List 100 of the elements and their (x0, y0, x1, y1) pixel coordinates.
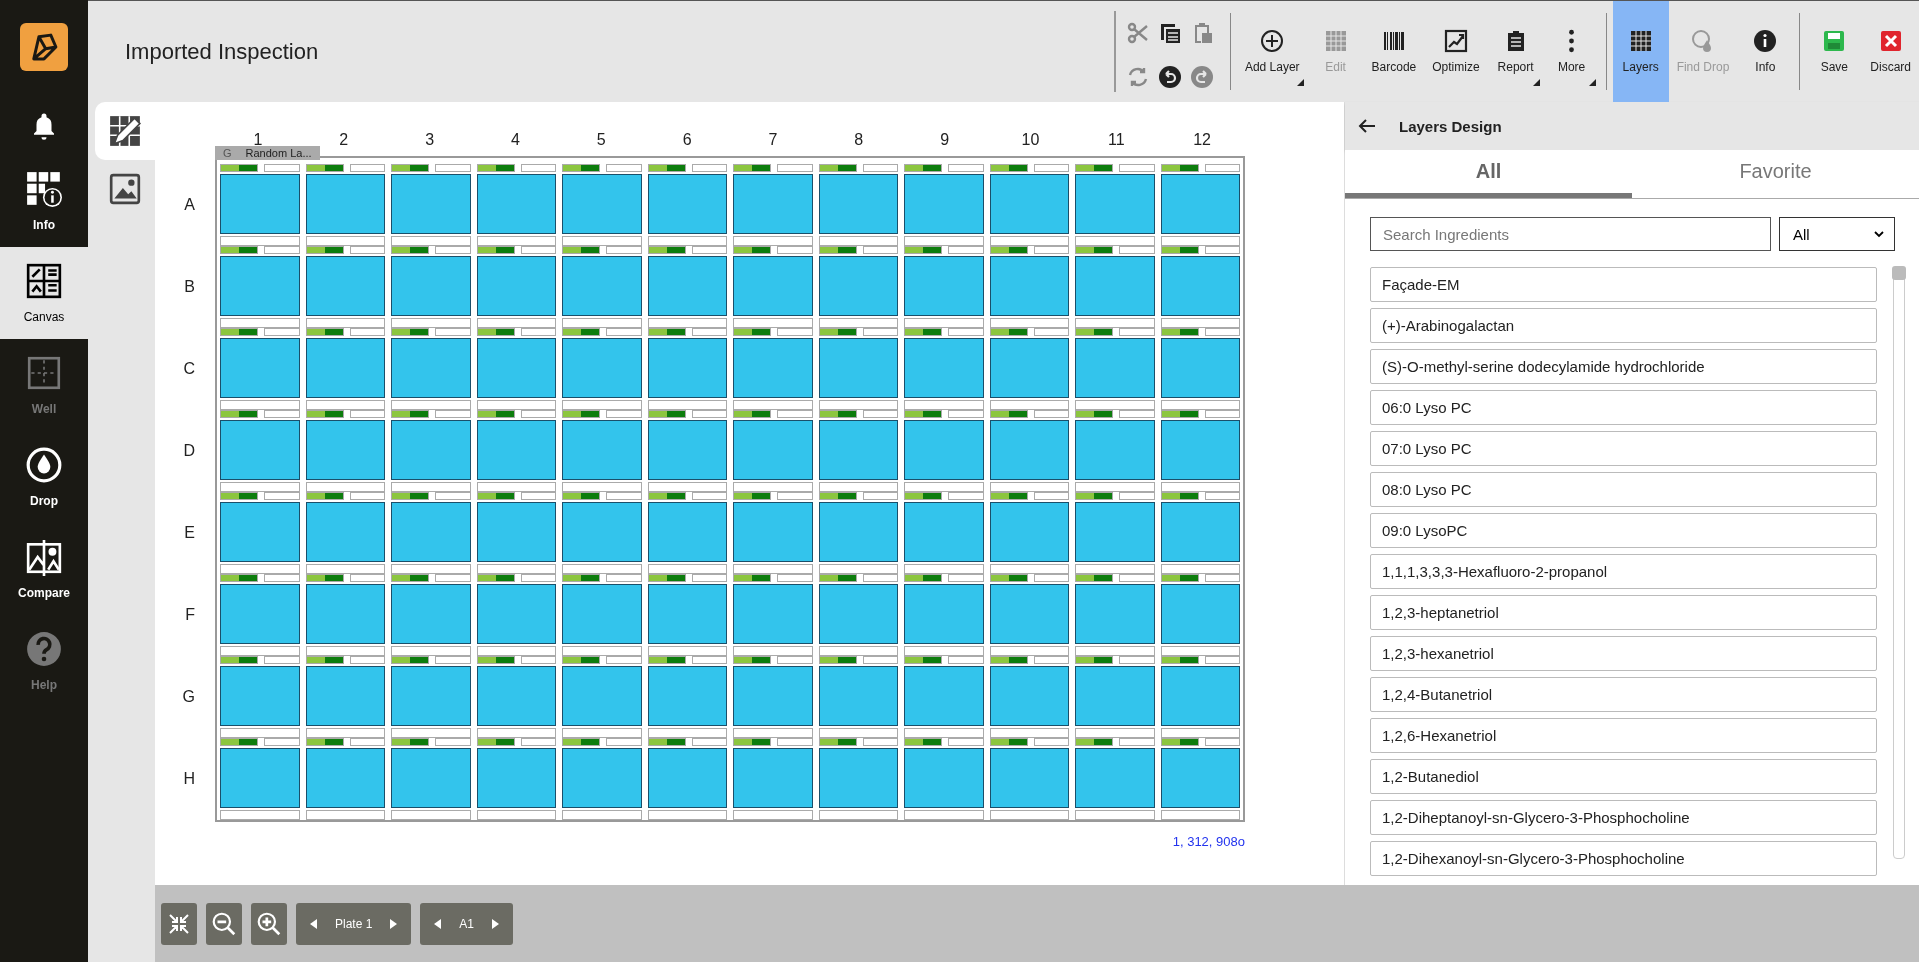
well[interactable] (559, 410, 645, 492)
well[interactable] (1072, 492, 1158, 574)
optimize-button[interactable]: Optimize (1424, 1, 1488, 102)
ingredient-item[interactable]: 1,2-Butanediol (1370, 759, 1877, 794)
well[interactable] (559, 328, 645, 410)
zoom-in-icon (256, 910, 282, 937)
undo-icon[interactable] (1157, 65, 1182, 89)
well[interactable] (730, 738, 816, 820)
well[interactable] (559, 574, 645, 656)
ingredient-item[interactable]: 1,2,6-Hexanetriol (1370, 718, 1877, 753)
next-icon[interactable] (390, 918, 398, 929)
well[interactable] (730, 410, 816, 492)
report-button[interactable]: Report (1487, 1, 1544, 102)
ingredient-item[interactable]: 1,2-Diheptanoyl-sn-Glycero-3-Phosphocholine (1370, 800, 1877, 835)
well[interactable] (901, 328, 987, 410)
well[interactable] (901, 656, 987, 738)
caret-icon (1588, 79, 1596, 86)
well[interactable] (217, 656, 303, 738)
ingredient-item[interactable]: Façade-EM (1370, 267, 1877, 302)
sidebar-item[interactable]: Canvas (0, 247, 88, 339)
well[interactable] (730, 164, 816, 246)
well[interactable] (217, 164, 303, 246)
well[interactable] (559, 246, 645, 328)
search-field[interactable]: Search Ingredients (1370, 217, 1771, 251)
grid-pencil-tool[interactable] (95, 102, 155, 160)
well[interactable] (1072, 410, 1158, 492)
well[interactable] (388, 328, 474, 410)
ingredient-item[interactable]: (S)-O-methyl-serine dodecylamide hydrochloride (1370, 349, 1877, 384)
well[interactable] (217, 410, 303, 492)
next-icon[interactable] (492, 918, 500, 929)
sidebar-item[interactable]: Compare (0, 523, 88, 615)
well[interactable] (217, 246, 303, 328)
well[interactable] (217, 328, 303, 410)
well[interactable] (388, 574, 474, 656)
filter-dropdown[interactable]: All (1779, 217, 1895, 251)
ingredient-item[interactable]: 1,1,1,3,3,3-Hexafluoro-2-propanol (1370, 554, 1877, 589)
well[interactable] (901, 574, 987, 656)
well[interactable] (901, 410, 987, 492)
well[interactable] (1072, 574, 1158, 656)
row-label: C (182, 359, 196, 379)
well[interactable] (901, 164, 987, 246)
previous-icon[interactable] (310, 918, 317, 929)
ingredient-item[interactable]: 1,2,4-Butanetriol (1370, 677, 1877, 712)
compare-icon (25, 538, 63, 576)
well[interactable] (388, 738, 474, 820)
well[interactable] (559, 492, 645, 574)
more-button[interactable]: More (1543, 1, 1600, 102)
well[interactable] (730, 574, 816, 656)
ingredient-item[interactable]: 08:0 Lyso PC (1370, 472, 1877, 507)
well[interactable] (1072, 246, 1158, 328)
well[interactable] (901, 738, 987, 820)
sidebar-item[interactable]: Drop (0, 431, 88, 523)
barcode-button[interactable]: Barcode (1363, 1, 1425, 102)
well[interactable] (1072, 328, 1158, 410)
well[interactable] (901, 492, 987, 574)
well[interactable] (388, 246, 474, 328)
drop-icon (25, 446, 63, 484)
save-button[interactable]: Save (1806, 1, 1863, 102)
info-button[interactable]: Info (1737, 1, 1794, 102)
group-tag: G Random La... (215, 146, 320, 160)
zoom-in-button[interactable] (251, 902, 287, 945)
well[interactable] (730, 328, 816, 410)
well[interactable] (901, 246, 987, 328)
layers-button[interactable]: Layers (1612, 1, 1669, 102)
scrollbar[interactable] (1893, 267, 1905, 859)
well[interactable] (217, 738, 303, 820)
previous-icon[interactable] (434, 918, 442, 929)
well[interactable] (559, 656, 645, 738)
well[interactable] (730, 246, 816, 328)
sidebar-item[interactable]: Info (0, 155, 88, 247)
well[interactable] (217, 574, 303, 656)
column-label: 1 (252, 131, 264, 149)
well[interactable] (730, 492, 816, 574)
ingredient-item[interactable]: 1,2,3-heptanetriol (1370, 595, 1877, 630)
well[interactable] (559, 164, 645, 246)
ingredient-item[interactable]: 07:0 Lyso PC (1370, 431, 1877, 466)
discard-button[interactable]: Discard (1862, 1, 1919, 102)
zoom-out-button[interactable] (206, 902, 242, 945)
well[interactable] (388, 656, 474, 738)
well[interactable] (388, 410, 474, 492)
info-icon (1753, 29, 1778, 53)
well[interactable] (388, 492, 474, 574)
fit-button[interactable] (161, 902, 197, 945)
save-icon (1822, 29, 1847, 53)
well[interactable] (730, 656, 816, 738)
well[interactable] (217, 492, 303, 574)
ingredient-item[interactable]: 06:0 Lyso PC (1370, 390, 1877, 425)
ingredient-item[interactable]: 09:0 LysoPC (1370, 513, 1877, 548)
add-layer-button[interactable]: Add Layer (1236, 1, 1308, 102)
well[interactable] (388, 164, 474, 246)
column-label: 7 (767, 131, 779, 149)
zoom-out-icon (211, 910, 237, 937)
well[interactable] (1072, 656, 1158, 738)
well[interactable] (559, 738, 645, 820)
ingredient-item[interactable]: 1,2-Dihexanoyl-sn-Glycero-3-Phosphocholine (1370, 841, 1877, 876)
ingredient-item[interactable]: (+)-Arabinogalactan (1370, 308, 1877, 343)
grid-icon (1628, 29, 1653, 53)
well[interactable] (1072, 164, 1158, 246)
well[interactable] (1072, 738, 1158, 820)
ingredient-item[interactable]: 1,2,3-hexanetriol (1370, 636, 1877, 671)
